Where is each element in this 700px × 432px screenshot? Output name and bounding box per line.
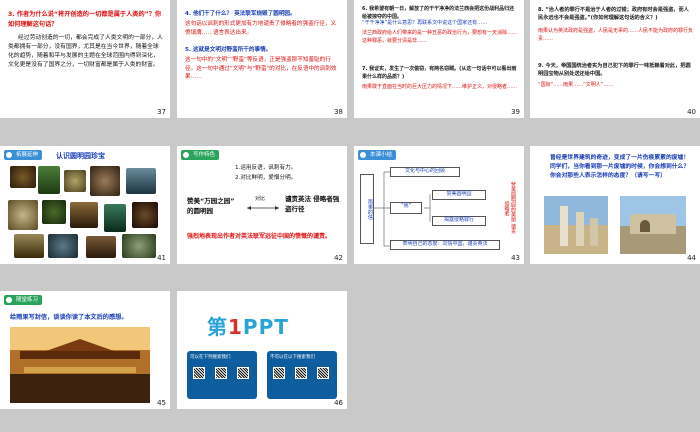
diagram-root: 雨果的信 (360, 174, 374, 244)
slide-thumbnail-40[interactable]: 8. “治人者的罪行不是治于人者的过错；政府有时会是强盗，而人民永远也不会是强盗… (530, 0, 700, 118)
diagram-node-4: 表明自己的态度：同情中国，谴责英法 (390, 240, 500, 250)
slide-thumbnail-38[interactable]: 4. 他们干了什么？ 英法联军烧毁了圆明园。 这句话以讽刺的形式更加有力地谴责了… (177, 0, 347, 118)
section-tag-label: 拓展延伸 (16, 152, 39, 158)
qr-panel-2-title: 不可以在以下搜索我们 (270, 355, 315, 360)
treasure-image (10, 166, 36, 188)
qr-code-icon (295, 367, 307, 379)
logo-part: 第 (207, 315, 228, 339)
treasure-image (70, 202, 98, 228)
section-tag-label: 本课小结 (370, 152, 393, 158)
treasure-image (14, 234, 44, 258)
qr-code-icon (273, 367, 285, 379)
logo-part: 1 (228, 315, 243, 339)
slide-number: 39 (511, 108, 520, 116)
treasure-image (64, 170, 86, 192)
qr-panel-2: 不可以在以下搜索我们 (267, 351, 337, 399)
slide-number: 40 (687, 108, 696, 116)
tag-icon (6, 152, 12, 158)
treasure-gallery (8, 164, 160, 260)
slide-thumbnail-46[interactable]: 第1PPT 可以在下列搜索我们 不可以在以下搜索我们 46 (177, 291, 347, 409)
slide-40-q1: 8. “治人者的罪行不是治于人者的过错；政府有时会是强盗，而人民永远也不会是强盗… (538, 7, 689, 22)
diagram-node-1: 文化与中心的回顾 (390, 167, 460, 177)
slide-thumbnail-37[interactable]: 3. 作者为什么说“将开创造的一切都是属于人类的”？你如何理解这句话？ 经过劳动… (0, 0, 170, 118)
slide-40-a1: 雨果认为英法政府是强盗，人民是无辜的……人民不能为政府的罪行负责…… (538, 28, 694, 42)
slide-40-q2: 9. 今天，帝国国统治者实为自己犯下的罪行一味抵赖着对此，把圆明园宝物从别处送还… (538, 63, 691, 78)
slide-44-body: 曾经是世界建筑的奇迹，变成了一片伤痕累累的废墟！同学们，当你看到那一片废墟的时候… (550, 155, 690, 179)
treasure-image (8, 200, 38, 230)
treasure-image (42, 200, 66, 224)
slide-number: 43 (511, 254, 520, 262)
double-arrow-icon (247, 206, 279, 210)
slide-number: 46 (334, 399, 343, 407)
treasure-image (86, 236, 116, 258)
qr-code-icon (215, 367, 227, 379)
slide-37-question: 3. 作者为什么说“将开创造的一切都是属于人类的”？你如何理解这句话？ (8, 11, 162, 28)
treasure-image (126, 168, 156, 194)
logo-part: PPT (242, 315, 289, 339)
contrast-label: 对比 (255, 196, 266, 202)
slide-37-body: 经过劳动创造的一切，都会完成了人类文明的一部分，人类都拥有一部分，没有国界，尤其… (8, 35, 163, 68)
slide-45-title: 给雨果写封信，谈谈你读了本文后的感想。 (10, 314, 128, 321)
qr-code-icon (193, 367, 205, 379)
section-tag: 拓展延伸 (4, 150, 43, 160)
treasure-image (48, 234, 78, 258)
slide-number: 37 (157, 108, 166, 116)
slide-39-q1b: “干干净净”是什么意思？再联系文中说这个国家还有…… (362, 20, 488, 26)
slide-thumbnail-45[interactable]: 随堂练习 给雨果写封信，谈谈你读了本文后的感想。 45 (0, 291, 170, 409)
slide-40-a2: “国际”……雨果……“文明人”…… (538, 82, 614, 88)
qr-code-icon (237, 367, 249, 379)
slide-sorter: 3. 作者为什么说“将开创造的一切都是属于人类的”？你如何理解这句话？ 经过劳动… (0, 0, 700, 432)
slide-number: 45 (157, 399, 166, 407)
slide-38-item-2: 这句话以讽刺的形式更加有力地谴责了侵略者的强盗行径，义愤填膺……语言表达出来。 (185, 21, 337, 36)
treasure-image (132, 202, 158, 228)
diagram-node-center: “我” (390, 202, 422, 214)
qr-code-icon (317, 367, 329, 379)
tag-icon (6, 297, 12, 303)
treasure-image (104, 204, 126, 232)
section-tag-label: 写作特色 (193, 152, 216, 158)
slide-38-item-3: 5. 这就是文明对野蛮所干的事情。 (185, 47, 272, 53)
slide-number: 41 (157, 254, 166, 262)
slide-thumbnail-42[interactable]: 写作特色 1.运用反语，讽刺有力。 2.对比鲜明，爱憎分明。 赞美“万园之园” … (177, 146, 347, 264)
diagram-side-note: 赞美圆明园的美丽 谴责侵略者 (500, 180, 516, 236)
ruins-photo-2 (620, 196, 686, 254)
slide-39-q2: 7. 我证实，发生了一次偷窃，有两名窃贼。(从这一句话中可以看出雨果什么样的品质… (362, 66, 517, 80)
slide-42-summary: 强烈地表现出作者对英法联军远征中国的愤慨的谴责。 (187, 233, 332, 240)
slide-thumbnail-43[interactable]: 本课小结 雨果的信 文化与中心的回顾 “我” 赞美圆明园 揭露侵略罪行 表明自己… (354, 146, 524, 264)
diagram-node-3: 揭露侵略罪行 (432, 216, 486, 226)
contrast-left: 赞美“万园之园” 的圆明园 (187, 197, 235, 216)
contrast-right: 谴责英法 侵略者强 盗行径 (285, 195, 340, 214)
treasure-image (38, 166, 60, 194)
slide-number: 44 (687, 254, 696, 262)
section-tag: 本课小结 (358, 150, 397, 160)
slide-thumbnail-39[interactable]: 6. 我希望有朝一日，解放了的干干净净的法兰西会把这份战利品归还给被掠夺的中国。… (354, 0, 524, 118)
slide-number: 42 (334, 254, 343, 262)
slide-42-point-1: 1.运用反语，讽刺有力。 (235, 165, 297, 171)
qr-panel-1: 可以在下列搜索我们 (187, 351, 257, 399)
slide-42-point-2: 2.对比鲜明，爱憎分明。 (235, 175, 297, 181)
slide-thumbnail-44[interactable]: 曾经是世界建筑的奇迹，变成了一片伤痕累累的废墟！同学们，当你看到那一片废墟的时候… (530, 146, 700, 264)
slide-38-item-4: 这一句中的“文明”“野蛮”等反语，正是强盗那不知羞耻的行径。这一句中通过“文明”… (185, 57, 337, 81)
slide-number: 38 (334, 108, 343, 116)
tag-icon (183, 152, 189, 158)
diagram-node-2: 赞美圆明园 (432, 190, 486, 200)
ruins-photo-1 (544, 196, 608, 254)
section-tag-label: 随堂练习 (16, 297, 39, 303)
section-tag: 随堂练习 (4, 295, 43, 305)
slide-39-a2: 雨果敢于直面在当时的巨大压力的情况下……维护正义，对侵略者…… (362, 84, 518, 90)
slide-thumbnail-41[interactable]: 拓展延伸 认识圆明园珍宝 41 (0, 146, 170, 264)
tag-icon (360, 152, 366, 158)
slide-38-item-1: 4. 他们干了什么？ 英法联军烧毁了圆明园。 (185, 11, 296, 17)
treasure-image (90, 166, 120, 196)
palace-painting (10, 327, 150, 403)
section-tag: 写作特色 (181, 150, 220, 160)
treasure-image (122, 234, 156, 258)
brand-logo: 第1PPT (207, 311, 289, 340)
slide-41-title: 认识圆明园珍宝 (56, 152, 105, 160)
slide-39-a1: 法兰西政府给人们带来的是一种丑恶的政治行为，要想有一天消除……这种罪恶，就要分清… (362, 30, 518, 44)
qr-panel-1-title: 可以在下列搜索我们 (190, 355, 231, 360)
